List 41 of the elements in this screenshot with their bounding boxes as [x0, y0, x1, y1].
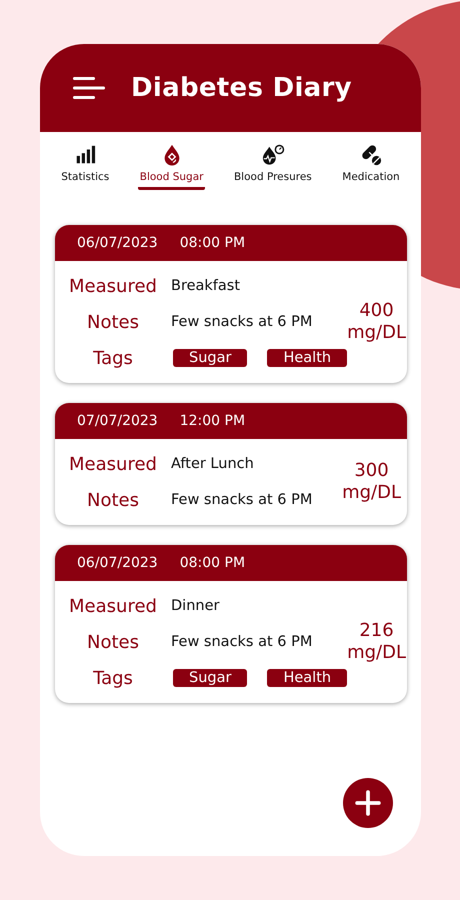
entry-date: 06/07/2023 — [77, 235, 158, 251]
entry-date: 07/07/2023 — [77, 413, 158, 429]
tab[interactable]: Blood Sugar — [138, 144, 206, 190]
field-value: After Lunch — [171, 456, 254, 472]
field-value: Dinner — [171, 598, 220, 614]
field-value: Few snacks at 6 PM — [171, 314, 312, 330]
glucose-unit: mg/DL — [342, 482, 401, 504]
menu-icon[interactable] — [73, 76, 105, 100]
glucose-value: 216 — [359, 620, 394, 642]
entry-time: 12:00 PM — [180, 413, 246, 429]
reading-card[interactable]: 07/07/2023 12:00 PM Measured After Lunch Notes Few snacks at 6 PM 300 mg/DL — [55, 403, 407, 525]
entry-date: 06/07/2023 — [77, 555, 158, 571]
field-label: Notes — [86, 490, 140, 510]
glucose-value: 400 — [359, 300, 394, 322]
tag-chip: Sugar — [173, 669, 248, 687]
tag-chip: Health — [267, 349, 348, 367]
field-label: Measured — [68, 596, 158, 616]
glucose-unit: mg/DL — [347, 322, 406, 344]
reading-card[interactable]: 06/07/2023 08:00 PM Measured Breakfast Notes Few snacks at 6 PM Tags Sugar Health 400 mg/DL — [55, 225, 407, 383]
reading-card[interactable]: 06/07/2023 08:00 PM Measured Dinner Notes Few snacks at 6 PM Tags Sugar Health 216 mg/DL — [55, 545, 407, 703]
tag-chip: Sugar — [173, 349, 248, 367]
glucose-value: 300 — [354, 460, 389, 482]
field-value: Few snacks at 6 PM — [171, 634, 312, 650]
field-label: Notes — [86, 632, 140, 652]
tab[interactable]: Medication — [340, 144, 402, 190]
add-button[interactable] — [343, 778, 393, 828]
tab[interactable]: Blood Presures — [232, 144, 314, 190]
plus-icon — [355, 790, 381, 816]
field-label: Measured — [68, 276, 158, 296]
entry-time: 08:00 PM — [180, 555, 246, 571]
field-label: Measured — [68, 454, 158, 474]
field-label: Tags — [92, 668, 134, 688]
field-label: Tags — [92, 348, 134, 368]
field-value: Few snacks at 6 PM — [171, 492, 312, 508]
field-value: Breakfast — [171, 278, 240, 294]
tab[interactable]: Statistics — [59, 144, 112, 190]
tag-chip: Health — [267, 669, 348, 687]
app-title: Diabetes Diary — [131, 73, 352, 103]
glucose-unit: mg/DL — [347, 642, 406, 664]
entry-time: 08:00 PM — [180, 235, 246, 251]
field-label: Notes — [86, 312, 140, 332]
